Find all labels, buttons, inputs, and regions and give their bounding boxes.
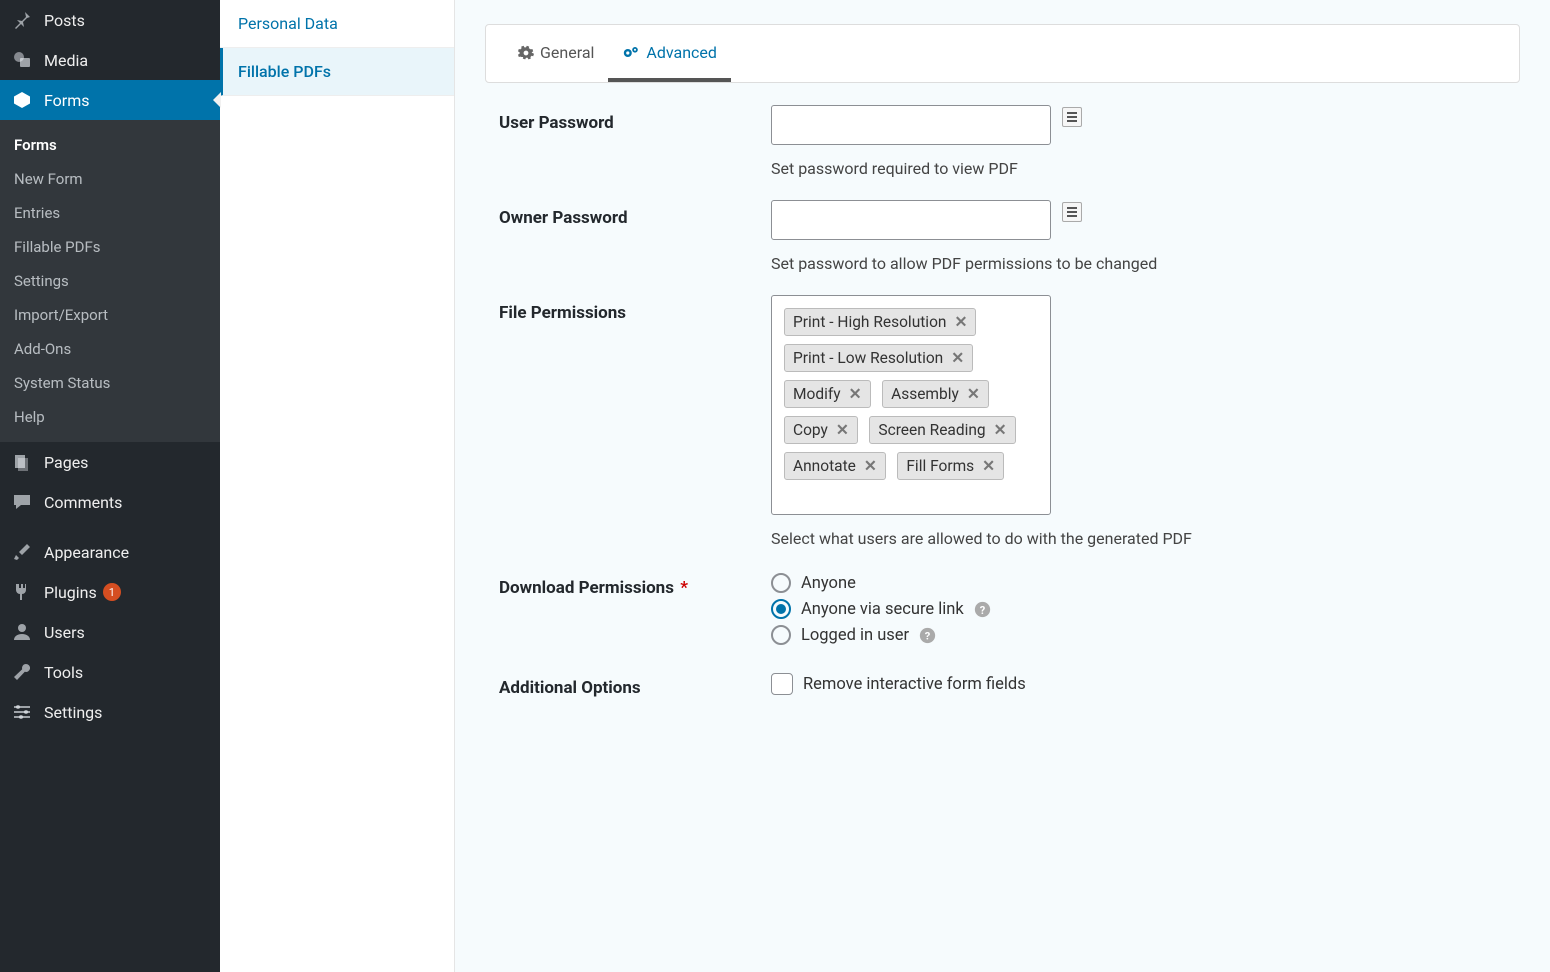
plugins-update-badge: 1 [103, 583, 121, 601]
label-owner-password: Owner Password [499, 200, 771, 228]
sidebar-label: Users [44, 623, 85, 642]
sidebar-label: Media [44, 51, 88, 70]
radio-label: Anyone via secure link [801, 600, 964, 619]
comment-icon [12, 492, 32, 512]
gears-icon [622, 45, 640, 61]
settings-subnav: Personal Data Fillable PDFs [220, 0, 455, 972]
label-additional-options: Additional Options [499, 670, 771, 698]
sidebar-label: Settings [44, 703, 102, 722]
radio-anyone[interactable] [771, 573, 791, 593]
remove-tag-icon[interactable]: ✕ [982, 457, 995, 475]
remove-tag-icon[interactable]: ✕ [994, 421, 1007, 439]
remove-tag-icon[interactable]: ✕ [954, 313, 967, 331]
subnav-personal-data[interactable]: Personal Data [220, 0, 454, 48]
pages-icon [12, 452, 32, 472]
tab-label: Advanced [646, 43, 717, 62]
label-user-password: User Password [499, 105, 771, 133]
sidebar-label: Plugins [44, 583, 97, 602]
tag-annotate[interactable]: Annotate✕ [784, 452, 886, 480]
sidebar-sub-help[interactable]: Help [0, 400, 220, 434]
tag-modify[interactable]: Modify✕ [784, 380, 871, 408]
svg-text:?: ? [980, 603, 986, 616]
merge-tag-button[interactable] [1062, 202, 1082, 222]
label-file-permissions: File Permissions [499, 295, 771, 323]
sidebar-sub-add-ons[interactable]: Add-Ons [0, 332, 220, 366]
gear-icon [518, 45, 534, 61]
user-icon [12, 622, 32, 642]
remove-tag-icon[interactable]: ✕ [951, 349, 964, 367]
forms-icon [12, 90, 32, 110]
sidebar-item-media[interactable]: Media [0, 40, 220, 80]
checkbox-remove-interactive-fields[interactable] [771, 673, 793, 695]
tag-fill-forms[interactable]: Fill Forms✕ [897, 452, 1004, 480]
tag-assembly[interactable]: Assembly✕ [882, 380, 989, 408]
sidebar-label: Appearance [44, 543, 129, 562]
plug-icon [12, 582, 32, 602]
pin-icon [12, 10, 32, 30]
sidebar-item-posts[interactable]: Posts [0, 0, 220, 40]
sidebar-item-appearance[interactable]: Appearance [0, 532, 220, 572]
required-asterisk: * [680, 578, 688, 598]
sidebar-label: Pages [44, 453, 88, 472]
radio-label: Anyone [801, 574, 856, 593]
sidebar-sub-settings[interactable]: Settings [0, 264, 220, 298]
sidebar-label: Posts [44, 11, 85, 30]
sidebar-label: Tools [44, 663, 83, 682]
tab-label: General [540, 43, 594, 62]
help-icon[interactable]: ? [974, 601, 991, 618]
user-password-input[interactable] [771, 105, 1051, 145]
sidebar-submenu: Forms New Form Entries Fillable PDFs Set… [0, 120, 220, 442]
sidebar-label: Comments [44, 493, 122, 512]
sidebar-item-plugins[interactable]: Plugins 1 [0, 572, 220, 612]
file-permissions-select[interactable]: Print - High Resolution✕ Print - Low Res… [771, 295, 1051, 515]
svg-text:?: ? [925, 629, 931, 642]
media-icon [12, 50, 32, 70]
tag-print-high[interactable]: Print - High Resolution✕ [784, 308, 976, 336]
merge-tag-button[interactable] [1062, 107, 1082, 127]
remove-tag-icon[interactable]: ✕ [967, 385, 980, 403]
help-owner-password: Set password to allow PDF permissions to… [771, 254, 1520, 273]
remove-tag-icon[interactable]: ✕ [836, 421, 849, 439]
sidebar-sub-fillable-pdfs[interactable]: Fillable PDFs [0, 230, 220, 264]
owner-password-input[interactable] [771, 200, 1051, 240]
wrench-icon [12, 662, 32, 682]
tag-screen-reading[interactable]: Screen Reading✕ [869, 416, 1015, 444]
sidebar-item-tools[interactable]: Tools [0, 652, 220, 692]
tab-general[interactable]: General [504, 25, 608, 82]
admin-sidebar: Posts Media Forms Forms New Form Entries… [0, 0, 220, 972]
sidebar-sub-import-export[interactable]: Import/Export [0, 298, 220, 332]
sidebar-sub-forms[interactable]: Forms [0, 128, 220, 162]
sidebar-item-pages[interactable]: Pages [0, 442, 220, 482]
sidebar-item-users[interactable]: Users [0, 612, 220, 652]
tabs-container: General Advanced [485, 24, 1520, 83]
sidebar-label: Forms [44, 91, 90, 110]
remove-tag-icon[interactable]: ✕ [849, 385, 862, 403]
sidebar-item-forms[interactable]: Forms [0, 80, 220, 120]
help-user-password: Set password required to view PDF [771, 159, 1520, 178]
remove-tag-icon[interactable]: ✕ [864, 457, 877, 475]
main-panel: General Advanced User Password Set passw… [455, 0, 1550, 972]
help-icon[interactable]: ? [919, 627, 936, 644]
radio-anyone-secure-link[interactable] [771, 599, 791, 619]
tab-advanced[interactable]: Advanced [608, 25, 731, 82]
tag-copy[interactable]: Copy✕ [784, 416, 858, 444]
help-file-permissions: Select what users are allowed to do with… [771, 529, 1520, 548]
sliders-icon [12, 702, 32, 722]
sidebar-sub-entries[interactable]: Entries [0, 196, 220, 230]
sidebar-sub-new-form[interactable]: New Form [0, 162, 220, 196]
brush-icon [12, 542, 32, 562]
radio-logged-in-user[interactable] [771, 625, 791, 645]
subnav-fillable-pdfs[interactable]: Fillable PDFs [220, 48, 454, 96]
sidebar-item-settings[interactable]: Settings [0, 692, 220, 732]
radio-label: Logged in user [801, 626, 909, 645]
sidebar-sub-system-status[interactable]: System Status [0, 366, 220, 400]
tag-print-low[interactable]: Print - Low Resolution✕ [784, 344, 973, 372]
checkbox-label: Remove interactive form fields [803, 675, 1026, 694]
label-download-permissions: Download Permissions * [499, 570, 771, 598]
sidebar-item-comments[interactable]: Comments [0, 482, 220, 522]
